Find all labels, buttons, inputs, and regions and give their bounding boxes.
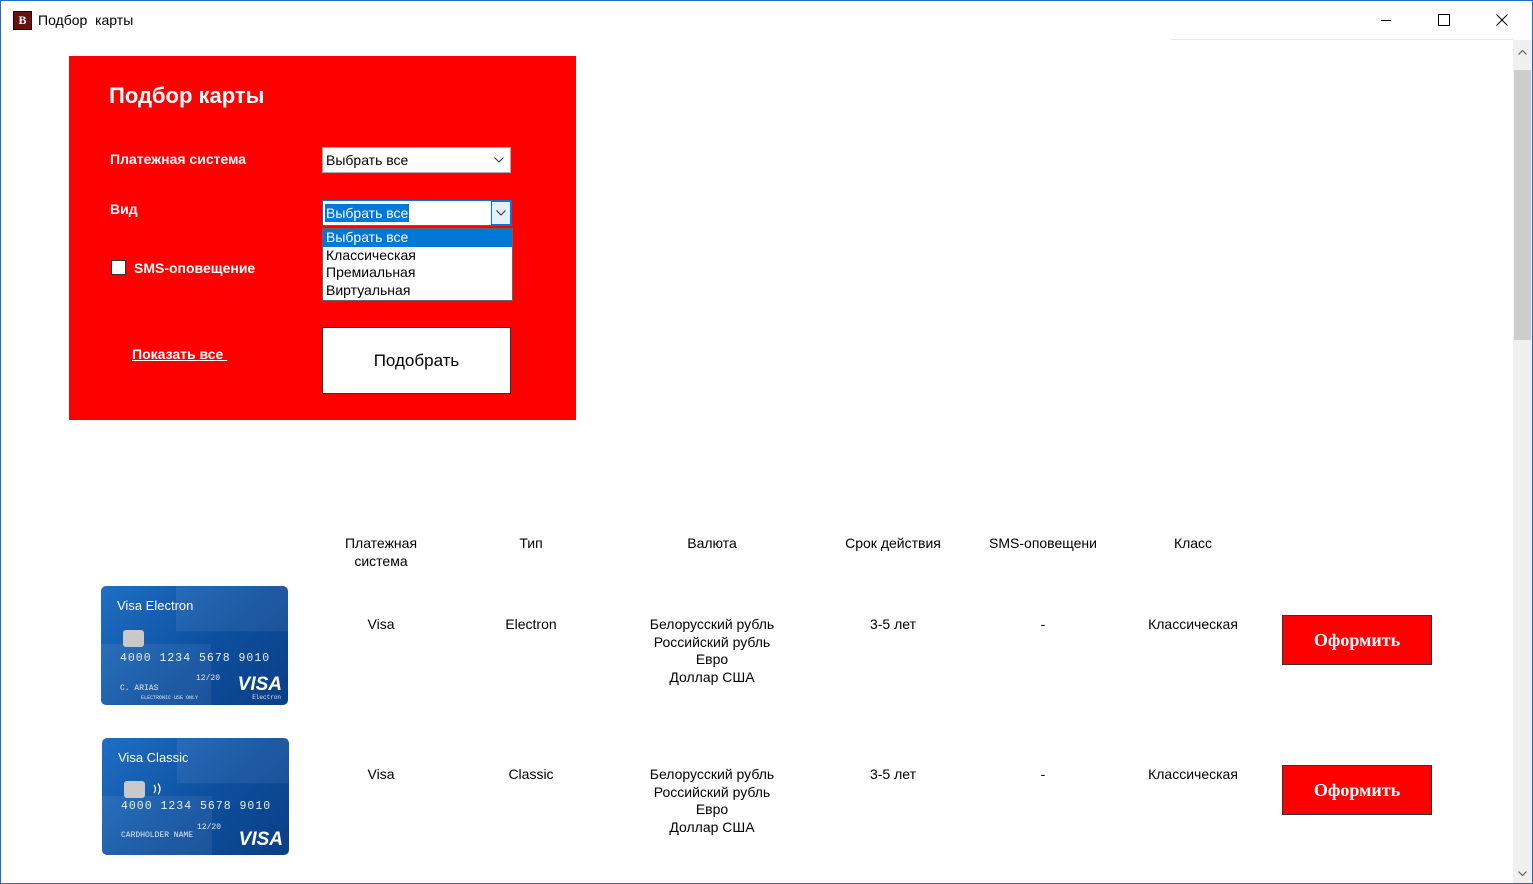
currency-item: Российский рубль xyxy=(653,783,771,800)
dropdown-option[interactable]: Выбрать все xyxy=(323,229,512,247)
currency-item: Белорусский рубль xyxy=(649,616,775,632)
column-header-currency: Валюта xyxy=(687,535,737,551)
cell-currency: Белорусский рубль Российский рубль Евро … xyxy=(622,766,802,836)
kind-value: Выбрать все xyxy=(325,204,410,222)
scroll-up-button[interactable] xyxy=(1513,43,1532,62)
maximize-icon xyxy=(1438,14,1450,26)
column-header-class: Класс xyxy=(1173,535,1213,551)
minimize-icon xyxy=(1381,20,1391,21)
card-expiry: 12/20 xyxy=(196,674,221,683)
card-name: Visa Electron xyxy=(117,598,194,613)
currency-item: Евро xyxy=(695,651,729,667)
chevron-down-icon xyxy=(490,150,508,170)
filter-panel: Подбор карты Платежная система Выбрать в… xyxy=(69,56,576,420)
card-name: Visa Classic xyxy=(118,750,189,765)
visa-logo: VISA xyxy=(238,829,283,850)
cell-term: 3-5 лет xyxy=(869,616,917,632)
order-button[interactable]: Оформить xyxy=(1282,615,1432,665)
show-all-link[interactable]: Показать все xyxy=(132,346,227,362)
cell-class: Классическая xyxy=(1148,616,1238,632)
card-holder: C. ARIAS xyxy=(120,684,159,693)
chip-icon xyxy=(123,630,144,647)
dropdown-option[interactable]: Премиальная xyxy=(323,264,512,282)
currency-item: Доллар США xyxy=(669,818,755,835)
title-separator xyxy=(1171,39,1513,40)
card-number: 4000 1234 5678 9010 xyxy=(120,652,271,665)
cell-system: Visa xyxy=(367,616,395,632)
order-button[interactable]: Оформить xyxy=(1282,765,1432,815)
visa-logo: VISA xyxy=(237,674,282,695)
payment-system-label: Платежная система xyxy=(110,151,247,167)
currency-item: Евро xyxy=(695,801,729,817)
currency-item: Белорусский рубль xyxy=(649,766,775,782)
column-header-term: Срок действия xyxy=(845,535,941,551)
payment-system-value: Выбрать все xyxy=(326,152,409,168)
cell-system: Visa xyxy=(367,766,395,782)
close-button[interactable] xyxy=(1473,1,1531,39)
card-image-visa-electron: Visa Electron 4000 1234 5678 9010 12/20 … xyxy=(101,586,288,705)
cell-type: Electron xyxy=(505,616,557,632)
column-header-type: Тип xyxy=(519,535,543,551)
scroll-down-button[interactable] xyxy=(1513,864,1532,883)
app-window: B Подбор карты Подбор карты Платежная си… xyxy=(0,0,1533,884)
cell-type: Classic xyxy=(508,766,554,782)
maximize-button[interactable] xyxy=(1415,1,1473,39)
pick-button[interactable]: Подобрать xyxy=(322,327,511,394)
title-bar: B Подбор карты xyxy=(1,1,1532,39)
vertical-scrollbar[interactable] xyxy=(1513,40,1532,883)
cell-currency: Белорусский рубль Российский рубль Евро … xyxy=(622,616,802,686)
panel-title: Подбор карты xyxy=(109,83,265,108)
card-expiry: 12/20 xyxy=(197,823,222,832)
kind-label: Вид xyxy=(110,201,138,217)
cell-sms: - xyxy=(1040,616,1046,632)
chevron-down-icon xyxy=(1518,871,1527,876)
kind-dropdown-list: Выбрать все Классическая Премиальная Вир… xyxy=(322,228,513,301)
dropdown-option[interactable]: Классическая xyxy=(323,247,512,265)
minimize-button[interactable] xyxy=(1357,1,1415,39)
currency-item: Доллар США xyxy=(669,668,755,685)
currency-item: Российский рубль xyxy=(653,633,771,650)
card-image-visa-classic: Visa Classic 4000 1234 5678 9010 12/20 C… xyxy=(102,738,289,855)
cell-class: Классическая xyxy=(1148,766,1238,782)
kind-select[interactable]: Выбрать все xyxy=(322,200,512,226)
close-icon xyxy=(1496,14,1508,26)
column-header-system: Платежная система xyxy=(344,535,418,569)
contactless-icon xyxy=(153,783,161,795)
app-icon: B xyxy=(13,11,32,30)
card-note: ELECTRONIC USE ONLY xyxy=(141,695,199,701)
chevron-up-icon xyxy=(1518,50,1527,55)
cell-term: 3-5 лет xyxy=(869,766,917,782)
scroll-thumb[interactable] xyxy=(1514,70,1531,340)
column-header-sms: SMS-оповещени xyxy=(989,535,1097,551)
dropdown-option[interactable]: Виртуальная xyxy=(323,282,512,300)
window-title: Подбор карты xyxy=(38,12,134,28)
card-holder: CARDHOLDER NAME xyxy=(121,831,194,840)
card-brand-sub: Electron xyxy=(252,694,281,701)
sms-label: SMS-оповещение xyxy=(134,260,256,276)
sms-checkbox[interactable] xyxy=(111,260,126,275)
card-number: 4000 1234 5678 9010 xyxy=(121,800,272,813)
cell-sms: - xyxy=(1040,766,1046,782)
chip-icon xyxy=(124,781,145,798)
chevron-down-icon xyxy=(491,201,511,225)
payment-system-select[interactable]: Выбрать все xyxy=(322,147,511,173)
